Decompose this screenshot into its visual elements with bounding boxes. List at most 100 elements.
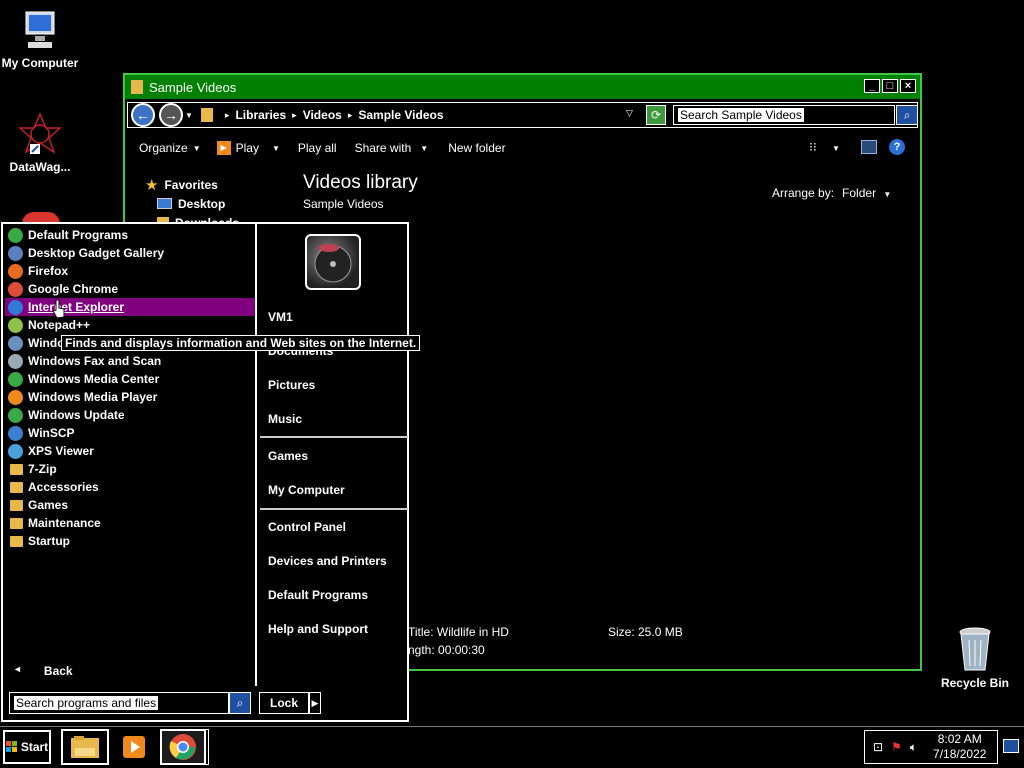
program-item[interactable]: Windows Fax and Scan — [5, 352, 255, 370]
program-label: Windows Fax and Scan — [28, 354, 162, 368]
program-item[interactable]: Accessories — [5, 478, 255, 496]
taskbar-explorer[interactable] — [61, 729, 109, 765]
folder-icon — [8, 498, 23, 513]
nav-label: Favorites — [164, 177, 218, 192]
caret-down-icon: ▼ — [831, 144, 840, 153]
folder-icon — [131, 80, 143, 94]
play-button[interactable]: ▶ Play ▼ — [216, 141, 280, 155]
breadcrumb-item[interactable]: Libraries — [235, 108, 286, 122]
back-button[interactable]: ◄ Back — [13, 664, 73, 678]
star-icon: ★ — [145, 176, 159, 194]
program-item[interactable]: Maintenance — [5, 514, 255, 532]
start-search-input[interactable]: Search programs and files — [9, 692, 229, 714]
user-picture[interactable] — [305, 234, 361, 290]
chevron-right-icon[interactable]: ▸ — [225, 110, 230, 121]
new-folder-button[interactable]: New folder — [448, 141, 505, 155]
desktop-icon-my-computer[interactable]: My Computer — [0, 10, 80, 70]
program-item[interactable]: WinSCP — [5, 424, 255, 442]
devices-printers-link[interactable]: Devices and Printers — [268, 554, 387, 568]
lock-button[interactable]: Lock — [259, 692, 309, 714]
program-item[interactable]: Notepad++ — [5, 316, 255, 334]
turntable-icon — [314, 244, 352, 283]
dvd-maker-icon — [8, 335, 23, 351]
nav-desktop[interactable]: Desktop — [145, 194, 239, 213]
pictures-link[interactable]: Pictures — [268, 378, 315, 392]
desktop-icon-datawag[interactable]: DataWag... — [0, 112, 80, 174]
help-button[interactable]: ? — [889, 139, 905, 155]
nav-favorites[interactable]: ★ Favorites — [145, 175, 239, 194]
desktop-icon-recycle-bin[interactable]: Recycle Bin — [935, 626, 1015, 690]
program-item[interactable]: XPS Viewer — [5, 442, 255, 460]
preview-pane-button[interactable] — [861, 140, 877, 154]
music-link[interactable]: Music — [268, 412, 302, 426]
user-name-link[interactable]: VM1 — [268, 310, 293, 324]
arrange-by: Arrange by: Folder ▼ — [772, 186, 891, 200]
program-label: Desktop Gadget Gallery — [28, 246, 165, 260]
system-tray: ⊡ ⚑ 🔈︎ 8:02 AM 7/18/2022 — [864, 730, 998, 764]
minimize-button[interactable]: _ — [864, 79, 880, 93]
maximize-button[interactable]: □ — [882, 79, 898, 93]
address-dropdown[interactable]: ▽ — [626, 108, 633, 119]
details-size: Size: 25.0 MB — [608, 625, 683, 639]
title-bar[interactable]: Sample Videos — [125, 75, 920, 99]
help-support-link[interactable]: Help and Support — [268, 622, 368, 636]
start-button[interactable]: Start — [3, 730, 51, 764]
show-desktop-button[interactable] — [1003, 739, 1019, 753]
chevron-right-icon[interactable]: ▸ — [292, 110, 297, 121]
firefox-icon — [8, 263, 23, 279]
program-label: XPS Viewer — [28, 444, 94, 458]
start-search-button[interactable]: ⌕ — [229, 692, 251, 714]
program-item[interactable]: Desktop Gadget Gallery — [5, 244, 255, 262]
tooltip: Finds and displays information and Web s… — [61, 335, 421, 351]
organize-button[interactable]: Organize ▼ — [139, 141, 201, 155]
view-options-button[interactable]: ⁝⁝ ▼ — [809, 140, 840, 154]
program-item[interactable]: 7-Zip — [5, 460, 255, 478]
windows-update-icon — [8, 407, 23, 423]
taskbar-chrome[interactable] — [160, 729, 206, 765]
breadcrumb-item[interactable]: Videos — [303, 108, 342, 122]
program-item[interactable]: Google Chrome — [5, 280, 255, 298]
my-computer-link[interactable]: My Computer — [268, 483, 345, 497]
program-item[interactable]: Games — [5, 496, 255, 514]
games-link[interactable]: Games — [268, 449, 308, 463]
program-item[interactable]: Windows Update — [5, 406, 255, 424]
refresh-icon: ⟳ — [650, 108, 662, 122]
program-item[interactable]: Windows Media Center — [5, 370, 255, 388]
program-item[interactable]: Startup — [5, 532, 255, 550]
folder-icon — [8, 462, 23, 477]
arrange-by-dropdown[interactable]: Folder ▼ — [842, 186, 891, 200]
caret-down-icon: ▼ — [192, 143, 201, 153]
taskbar-media-player[interactable] — [111, 729, 157, 765]
play-all-button[interactable]: Play all — [298, 141, 337, 155]
default-programs-link[interactable]: Default Programs — [268, 588, 368, 602]
program-item[interactable]: Windows Media Player — [5, 388, 255, 406]
close-button[interactable]: × — [900, 79, 916, 93]
arrow-right-icon: → — [164, 107, 178, 123]
shutdown-options-button[interactable]: ▶ — [309, 692, 321, 714]
control-panel-link[interactable]: Control Panel — [268, 520, 346, 534]
action-center-icon[interactable]: ⚑ — [891, 740, 902, 754]
chevron-right-icon[interactable]: ▸ — [348, 110, 353, 121]
refresh-button[interactable]: ⟳ — [646, 105, 666, 125]
search-placeholder: Search programs and files — [14, 696, 159, 710]
program-item[interactable]: Internet Explorer — [5, 298, 255, 316]
search-input[interactable]: Search Sample Videos — [673, 105, 895, 125]
program-label: Startup — [28, 534, 70, 548]
program-label: Accessories — [28, 480, 99, 494]
folder-icon — [200, 108, 213, 122]
back-button[interactable]: ← — [131, 103, 155, 127]
recycle-bin-icon — [959, 627, 991, 671]
share-with-button[interactable]: Share with ▼ — [355, 141, 429, 155]
recent-pages-dropdown[interactable]: ▼ — [185, 111, 193, 120]
share-with-label: Share with — [354, 141, 412, 155]
program-item[interactable]: Firefox — [5, 262, 255, 280]
clock[interactable]: 8:02 AM 7/18/2022 — [933, 732, 986, 762]
volume-icon[interactable]: 🔈︎ — [910, 740, 917, 755]
default-programs-icon — [8, 227, 23, 243]
program-item[interactable]: Default Programs — [5, 226, 255, 244]
breadcrumb-item[interactable]: Sample Videos — [358, 108, 443, 122]
program-label: Windows Media Center — [28, 372, 160, 386]
search-button[interactable]: ⌕ — [896, 105, 918, 125]
network-icon[interactable]: ⊡ — [873, 740, 883, 754]
forward-button[interactable]: → — [159, 103, 183, 127]
